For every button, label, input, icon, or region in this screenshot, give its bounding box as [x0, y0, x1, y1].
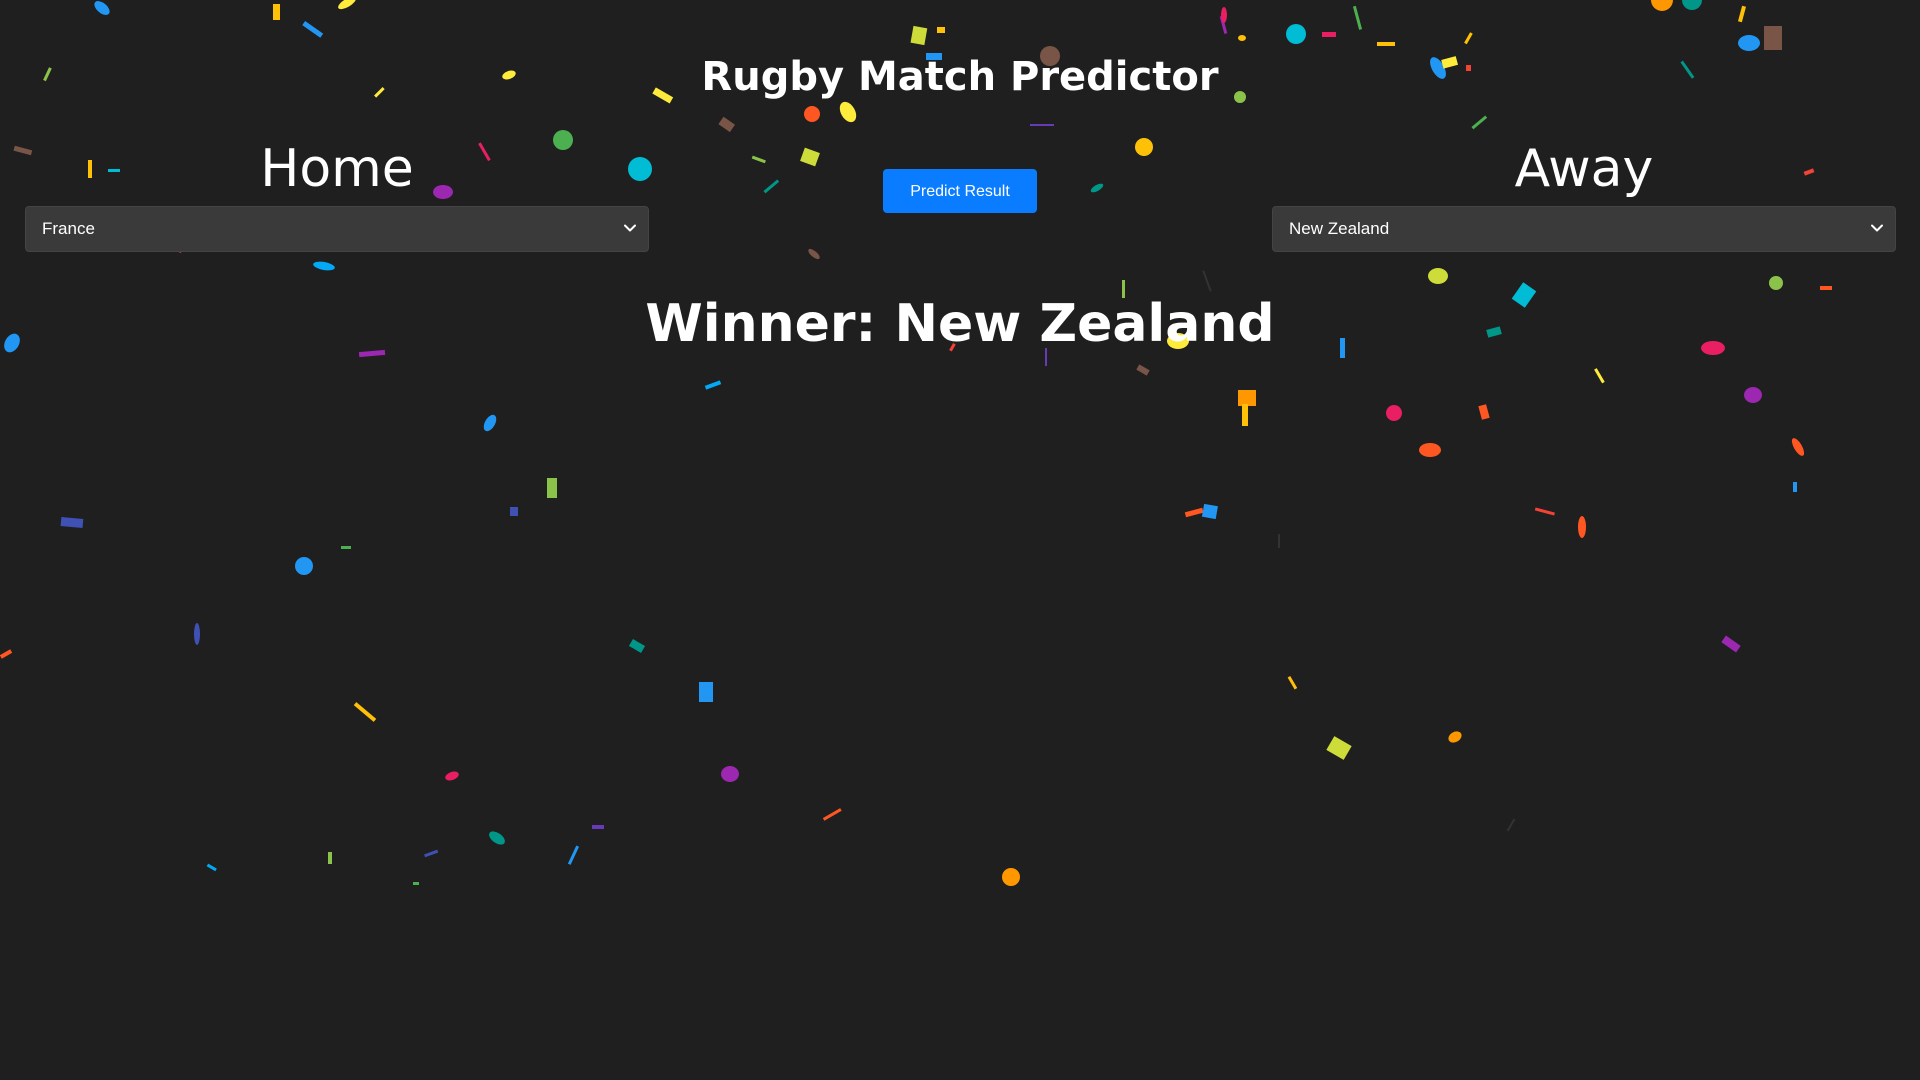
- home-team-section: Home France: [25, 138, 649, 252]
- app-page: Rugby Match Predictor Home France Predic…: [0, 0, 1920, 1080]
- away-team-select[interactable]: New Zealand: [1272, 206, 1896, 252]
- predict-result-button[interactable]: Predict Result: [883, 169, 1037, 213]
- away-team-selected-value: New Zealand: [1289, 219, 1390, 238]
- chevron-down-icon: [624, 224, 636, 232]
- away-heading: Away: [1514, 139, 1654, 199]
- away-team-section: Away New Zealand: [1272, 138, 1896, 252]
- home-team-selected-value: France: [42, 219, 95, 238]
- chevron-down-icon: [1871, 224, 1883, 232]
- home-heading: Home: [260, 139, 414, 199]
- page-title: Rugby Match Predictor: [701, 54, 1219, 100]
- home-team-select[interactable]: France: [25, 206, 649, 252]
- prediction-result: Winner: New Zealand: [645, 294, 1275, 354]
